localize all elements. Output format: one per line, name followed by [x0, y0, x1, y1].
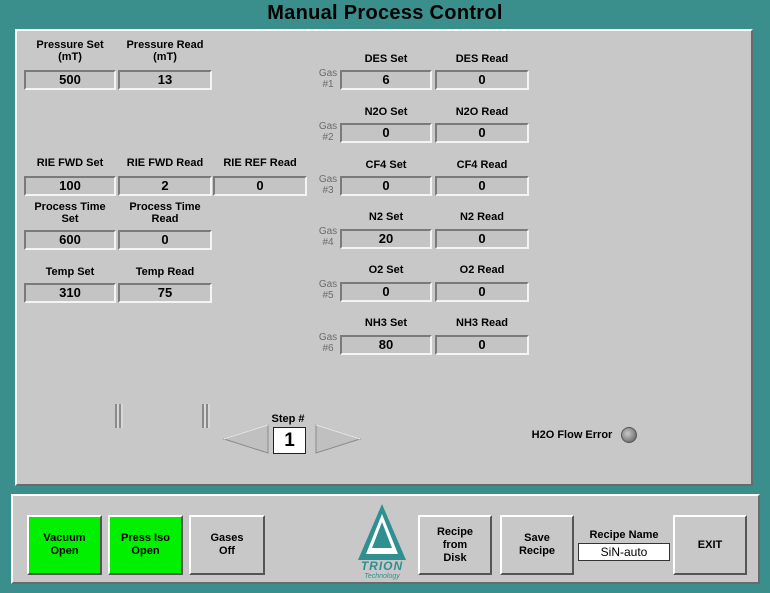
gas6-set-label: NH3 Set [364, 317, 408, 329]
gas5-read-label: O2 Read [459, 264, 505, 276]
process-time-set-field[interactable]: 600 [24, 230, 116, 250]
gases-off-button[interactable]: Gases Off [189, 515, 265, 575]
pressure-set-label: Pressure Set (mT) [36, 39, 104, 63]
pressure-set-field[interactable]: 500 [24, 70, 116, 90]
gas6-read-field: 0 [435, 335, 529, 355]
gas6-label: Gas #6 [318, 332, 338, 354]
pressure-read-label: Pressure Read (mT) [126, 39, 204, 63]
process-time-set-label: Process Time Set [34, 201, 106, 225]
tick-mark-right [202, 404, 210, 428]
press-iso-open-label: Press Iso Open [121, 532, 170, 557]
vacuum-open-button[interactable]: Vacuum Open [27, 515, 102, 575]
gas3-set-label: CF4 Set [365, 159, 407, 171]
exit-label: EXIT [697, 538, 723, 551]
gas6-read-label: NH3 Read [456, 317, 508, 329]
gas1-set-field[interactable]: 6 [340, 70, 432, 90]
process-time-read-label: Process Time Read [129, 201, 201, 225]
trion-logo-icon [358, 504, 406, 560]
gas2-set-label: N2O Set [364, 106, 408, 118]
save-recipe-label: Save Recipe [518, 532, 556, 557]
gases-off-label: Gases Off [210, 532, 244, 557]
h2o-flow-error-led-icon [621, 427, 637, 443]
gas4-read-label: N2 Read [459, 211, 505, 223]
gas2-read-label: N2O Read [455, 106, 509, 118]
gas1-read-field: 0 [435, 70, 529, 90]
gas3-read-field: 0 [435, 176, 529, 196]
rie-fwd-read-field: 2 [118, 176, 212, 196]
gas5-label: Gas #5 [318, 279, 338, 301]
gas1-set-label: DES Set [364, 53, 408, 65]
step-value[interactable]: 1 [273, 427, 306, 454]
gas5-set-field[interactable]: 0 [340, 282, 432, 302]
rie-fwd-set-label: RIE FWD Set [36, 157, 104, 169]
vacuum-open-label: Vacuum Open [43, 532, 86, 557]
temp-set-label: Temp Set [45, 266, 95, 278]
gas1-label: Gas #1 [318, 68, 338, 90]
gas6-set-field[interactable]: 80 [340, 335, 432, 355]
recipe-name-label: Recipe Name [589, 529, 659, 541]
process-time-read-field: 0 [118, 230, 212, 250]
temp-read-label: Temp Read [135, 266, 195, 278]
exit-button[interactable]: EXIT [673, 515, 747, 575]
pressure-read-field: 13 [118, 70, 212, 90]
rie-fwd-set-field[interactable]: 100 [24, 176, 116, 196]
page-title: Manual Process Control [267, 2, 503, 24]
press-iso-open-button[interactable]: Press Iso Open [108, 515, 183, 575]
save-recipe-button[interactable]: Save Recipe [500, 515, 574, 575]
gas5-set-label: O2 Set [368, 264, 404, 276]
gas2-read-field: 0 [435, 123, 529, 143]
step-next-arrow-icon[interactable] [314, 423, 362, 455]
temp-read-field: 75 [118, 283, 212, 303]
recipe-name-field[interactable]: SiN-auto [578, 543, 670, 561]
rie-ref-read-field: 0 [213, 176, 307, 196]
recipe-from-disk-button[interactable]: Recipe from Disk [418, 515, 492, 575]
tick-mark-left [115, 404, 123, 428]
h2o-flow-error-label: H2O Flow Error [531, 429, 613, 441]
recipe-from-disk-label: Recipe from Disk [436, 525, 474, 564]
gas3-set-field[interactable]: 0 [340, 176, 432, 196]
gas4-read-field: 0 [435, 229, 529, 249]
main-panel [15, 29, 753, 486]
gas4-set-field[interactable]: 20 [340, 229, 432, 249]
gas5-read-field: 0 [435, 282, 529, 302]
gas2-set-field[interactable]: 0 [340, 123, 432, 143]
trion-logo-subtext: Technology [364, 573, 400, 580]
step-prev-arrow-icon[interactable] [222, 423, 270, 455]
gas2-label: Gas #2 [318, 121, 338, 143]
temp-set-field[interactable]: 310 [24, 283, 116, 303]
rie-ref-read-label: RIE REF Read [223, 157, 297, 169]
gas3-label: Gas #3 [318, 174, 338, 196]
trion-logo-text: TRION [360, 559, 404, 573]
step-label: Step # [271, 413, 305, 425]
gas1-read-label: DES Read [455, 53, 509, 65]
gas3-read-label: CF4 Read [456, 159, 508, 171]
gas4-set-label: N2 Set [368, 211, 404, 223]
gas4-label: Gas #4 [318, 226, 338, 248]
rie-fwd-read-label: RIE FWD Read [126, 157, 204, 169]
